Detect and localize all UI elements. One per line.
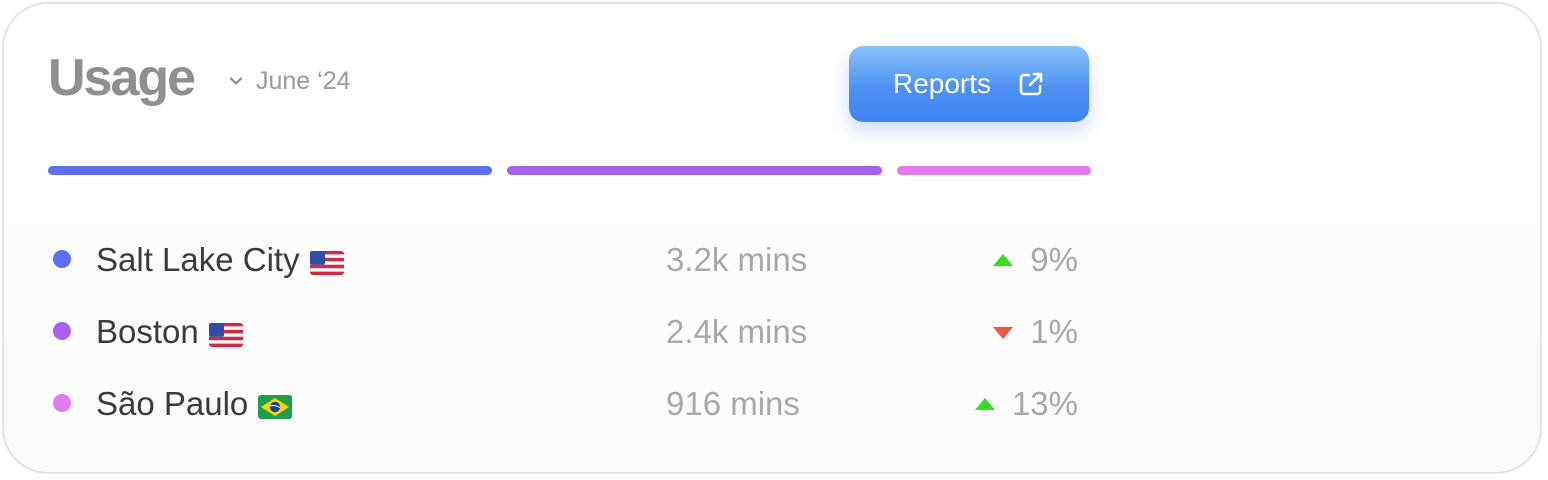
us-flag-icon	[309, 251, 344, 275]
city-name: São Paulo	[96, 384, 293, 424]
reports-button-label: Reports	[892, 68, 992, 99]
trend-up-icon	[974, 398, 995, 410]
page-title: Usage	[48, 49, 196, 107]
trend-up-icon	[993, 254, 1014, 266]
trend: 13%	[960, 384, 1078, 424]
percent-change: 13%	[1011, 385, 1078, 422]
minutes-value: 2.4k mins	[666, 313, 808, 350]
trend: 9%	[960, 240, 1078, 280]
usage-segment-sao-paulo	[897, 166, 1091, 175]
percent-change: 9%	[1030, 241, 1078, 278]
trend-down-icon	[993, 327, 1014, 339]
list-item: Salt Lake City 3.2k mins 9%	[0, 234, 1200, 284]
legend-dot	[53, 394, 71, 412]
us-flag-icon	[208, 323, 243, 347]
external-link-icon	[1019, 72, 1043, 96]
city-name: Boston	[96, 312, 243, 352]
brazil-flag-icon	[258, 395, 293, 419]
percent-change: 1%	[1030, 313, 1078, 350]
list-item: São Paulo 916 mins 13%	[0, 378, 1200, 428]
legend-dot	[53, 322, 71, 340]
usage-segment-salt-lake-city	[48, 166, 492, 175]
usage-segment-boston	[507, 166, 882, 175]
minutes-value: 916 mins	[666, 385, 800, 422]
list-item: Boston 2.4k mins 1%	[0, 306, 1200, 356]
chevron-down-icon	[229, 77, 243, 85]
reports-button[interactable]: Reports	[849, 46, 1089, 122]
minutes-value: 3.2k mins	[666, 241, 808, 278]
period-label: June ‘24	[256, 67, 351, 95]
legend-dot	[53, 250, 71, 268]
period-dropdown[interactable]: June ‘24	[228, 66, 351, 96]
trend: 1%	[960, 312, 1078, 352]
city-name: Salt Lake City	[96, 240, 344, 280]
